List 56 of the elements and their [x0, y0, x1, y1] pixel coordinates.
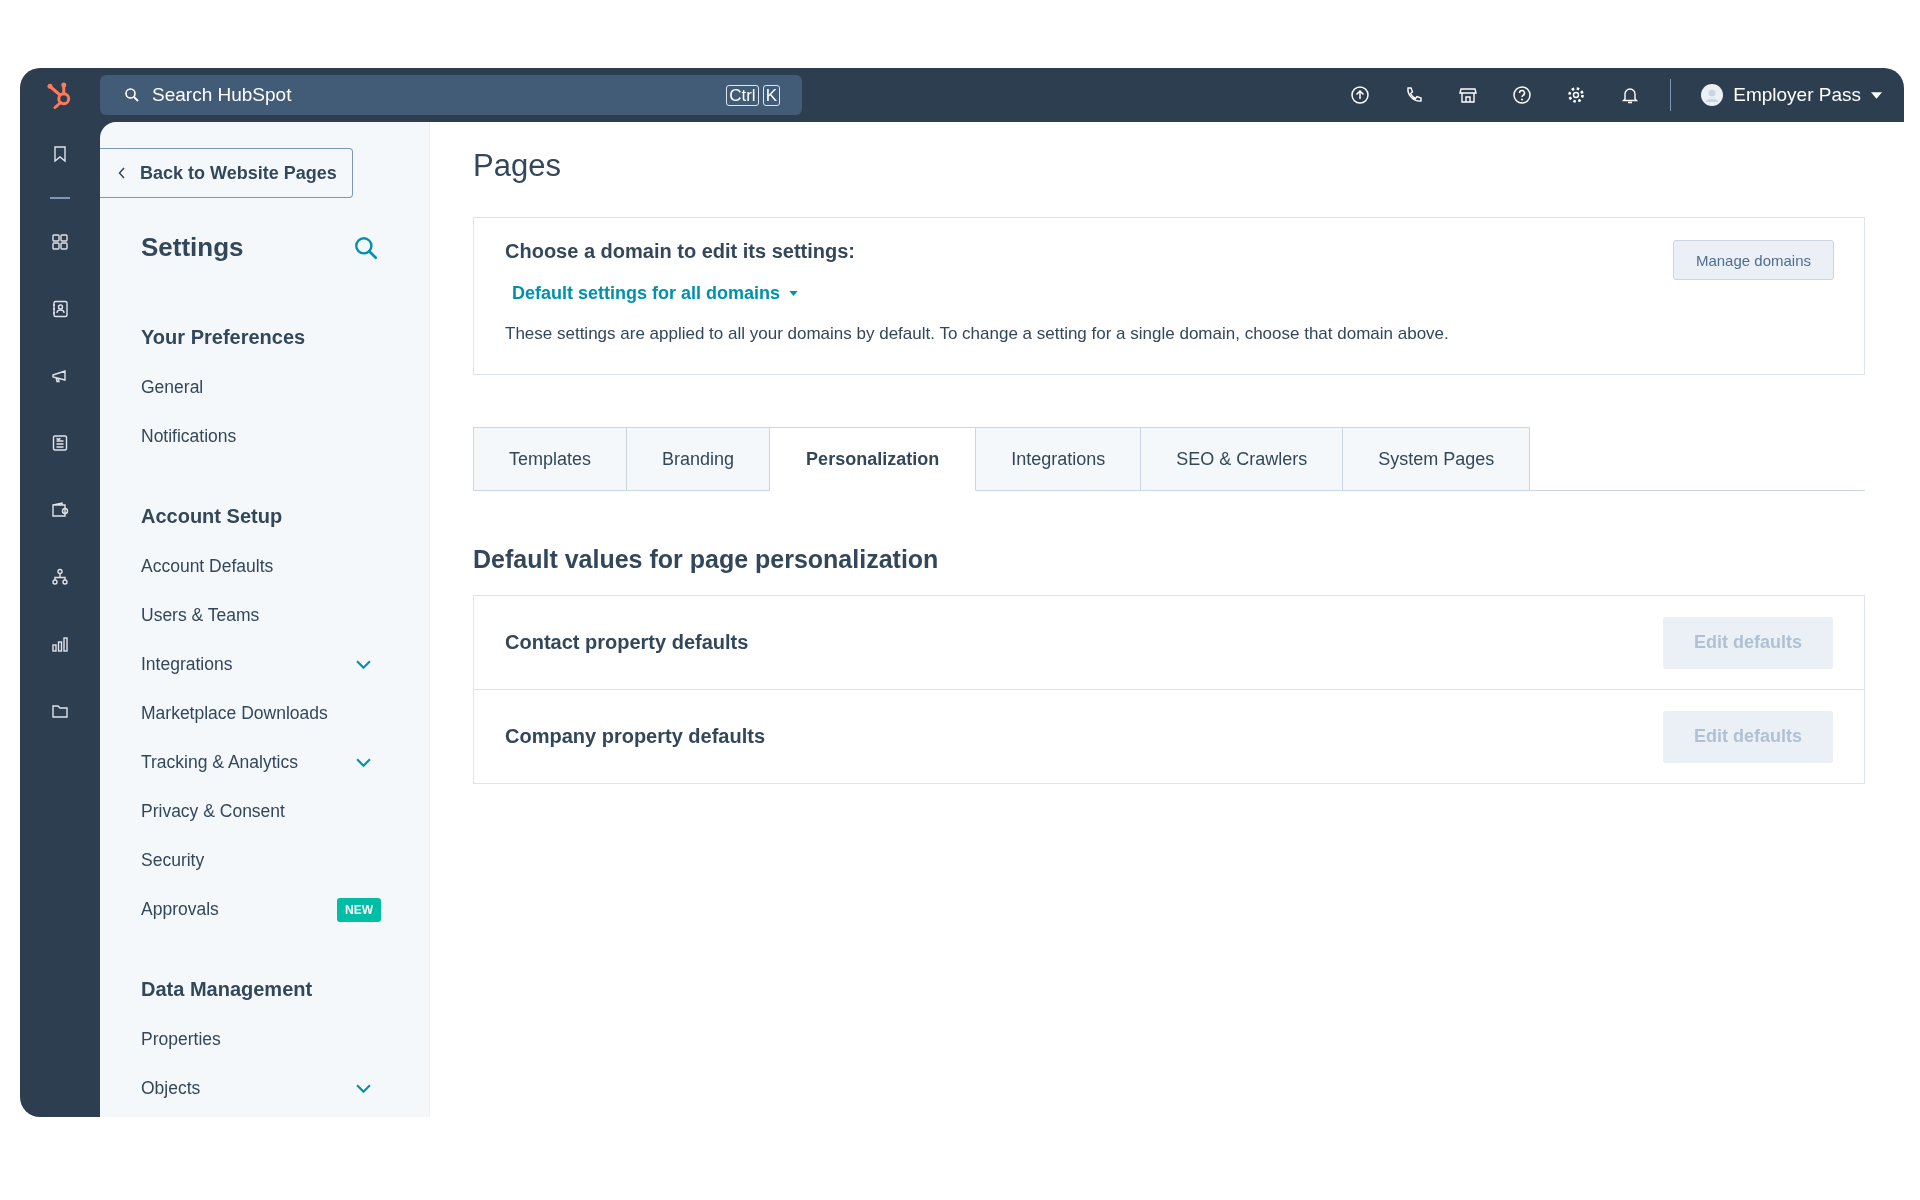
- caret-icon: [789, 291, 799, 296]
- tab[interactable]: Templates: [473, 427, 628, 491]
- chevron-down-icon[interactable]: [356, 758, 371, 767]
- tab[interactable]: Branding: [627, 427, 771, 491]
- chevron-left-icon: [118, 167, 126, 179]
- tab[interactable]: System Pages: [1343, 427, 1531, 491]
- tab[interactable]: Personalization: [770, 427, 977, 491]
- grid-icon[interactable]: [50, 231, 70, 252]
- sidebar-item[interactable]: Account Defaults: [141, 556, 274, 577]
- manage-domains-button[interactable]: Manage domains: [1672, 240, 1834, 280]
- tab[interactable]: SEO & Crawlers: [1141, 427, 1344, 491]
- back-button[interactable]: Back to Website Pages: [100, 148, 353, 198]
- network-icon[interactable]: [50, 566, 70, 587]
- sidebar-item[interactable]: General: [141, 377, 204, 398]
- avatar-icon: [1701, 84, 1724, 106]
- page-title: Pages: [473, 148, 562, 184]
- sidebar-item[interactable]: Notifications: [141, 426, 237, 447]
- shortcut-key: K: [762, 84, 780, 106]
- row-label: Contact property defaults: [505, 631, 749, 654]
- settings-icon[interactable]: [1566, 85, 1587, 105]
- phone-icon[interactable]: [1404, 85, 1425, 105]
- sidebar-title: Settings: [141, 232, 244, 263]
- shortcut-key: Ctrl: [726, 84, 759, 106]
- caret-icon: [1871, 91, 1882, 99]
- section-title: Default values for page personalization: [473, 545, 940, 574]
- sidebar-item[interactable]: Users & Teams: [141, 605, 260, 626]
- sidebar-item[interactable]: Integrations: [141, 654, 233, 675]
- upgrade-icon[interactable]: [1350, 85, 1371, 105]
- section-heading: Your Preferences: [141, 326, 307, 349]
- search-bar[interactable]: Search HubSpot Ctrl K: [100, 75, 802, 115]
- sidebar-item[interactable]: Privacy & Consent: [141, 801, 285, 822]
- section-heading: Data Management: [141, 978, 314, 1001]
- chevron-down-icon[interactable]: [356, 660, 371, 669]
- sidebar-item[interactable]: Properties: [141, 1029, 221, 1050]
- tab[interactable]: Integrations: [976, 427, 1142, 491]
- search-icon: [124, 87, 140, 103]
- contacts-icon[interactable]: [50, 298, 70, 319]
- search-input[interactable]: Search HubSpot: [150, 83, 717, 107]
- sidebar-item[interactable]: Security: [141, 850, 205, 871]
- sidebar-item[interactable]: Approvals: [141, 899, 219, 920]
- chevron-down-icon[interactable]: [356, 1084, 371, 1093]
- wallet-icon[interactable]: [50, 499, 70, 520]
- search-icon[interactable]: [353, 234, 379, 261]
- document-icon[interactable]: [50, 432, 70, 453]
- sidebar-item[interactable]: Tracking & Analytics: [141, 752, 298, 773]
- store-icon[interactable]: [1458, 85, 1479, 105]
- account-menu[interactable]: Employer Pass: [1701, 84, 1882, 106]
- domain-dropdown[interactable]: Default settings for all domains: [512, 283, 799, 304]
- help-icon[interactable]: [1512, 85, 1533, 105]
- sidebar-item[interactable]: Marketplace Downloads: [141, 703, 328, 724]
- section-heading: Account Setup: [141, 505, 284, 528]
- sidebar-item[interactable]: Objects: [141, 1078, 201, 1099]
- new-badge: NEW: [337, 897, 381, 922]
- row-label: Company property defaults: [505, 725, 766, 748]
- description: These settings are applied to all your domains by default. To change a setting for a single domain, choose that domain above.: [505, 324, 1449, 344]
- card-heading: Choose a domain to edit its settings:: [505, 240, 857, 263]
